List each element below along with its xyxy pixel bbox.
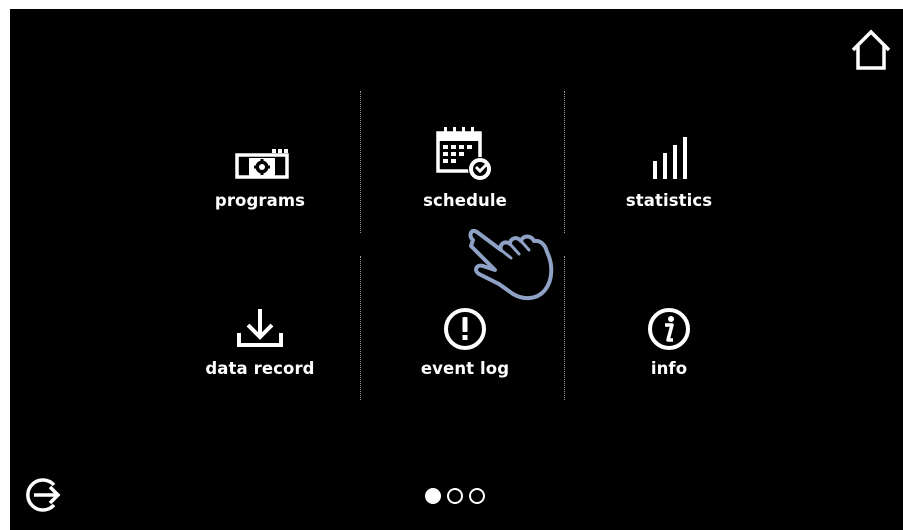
tile-data-record[interactable]: data record — [160, 279, 360, 429]
home-icon — [851, 29, 891, 70]
tile-label: programs — [214, 191, 306, 210]
statistics-icon — [645, 111, 693, 183]
page-dot-3[interactable] — [469, 488, 485, 504]
info-icon — [643, 279, 695, 351]
logout-icon — [26, 478, 61, 512]
tile-statistics[interactable]: statistics — [569, 111, 769, 261]
programs-icon — [230, 111, 290, 183]
schedule-icon — [433, 111, 497, 183]
tile-label: statistics — [625, 191, 713, 210]
download-icon — [235, 279, 285, 351]
tile-event-log[interactable]: event log — [365, 279, 565, 429]
tile-info[interactable]: info — [569, 279, 769, 429]
screen: programs schedule statistics data record… — [10, 9, 903, 530]
tile-label: info — [650, 359, 688, 378]
page-dot-2[interactable] — [447, 488, 463, 504]
tile-label: schedule — [423, 191, 507, 210]
tile-schedule[interactable]: schedule — [365, 111, 565, 261]
tile-label: data record — [205, 359, 315, 378]
divider-bottom-left — [360, 256, 361, 400]
pagination — [425, 488, 485, 504]
logout-button[interactable] — [24, 475, 64, 515]
divider-top-left — [360, 91, 361, 233]
home-button[interactable] — [848, 26, 894, 72]
tile-programs[interactable]: programs — [160, 111, 360, 261]
tile-label: event log — [420, 359, 510, 378]
alert-icon — [439, 279, 491, 351]
page-dot-1[interactable] — [425, 488, 441, 504]
